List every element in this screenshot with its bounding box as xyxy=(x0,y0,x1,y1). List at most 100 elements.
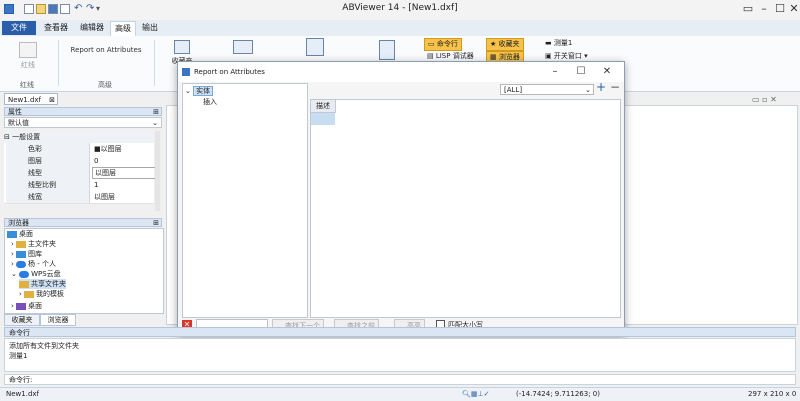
title-bar: ↶ ↷ ▾ ABViewer 14 - [New1.dxf] ▭ – ☐ ✕ xyxy=(0,0,800,21)
star-icon: ★ xyxy=(490,40,499,48)
separator xyxy=(154,40,155,86)
tree-root-label: 实体 xyxy=(193,86,214,96)
property-row[interactable]: 线宽 以图层 xyxy=(4,191,154,204)
folder-icon xyxy=(24,290,35,298)
collapse-icon: ⌄ xyxy=(185,87,191,95)
tree-item[interactable]: › 杨 - 个人 xyxy=(11,259,56,269)
command-line-button[interactable]: ▭ 命令行 xyxy=(424,38,462,51)
tree-item[interactable]: 共享文件夹 xyxy=(19,279,66,289)
favorites-panel-tab[interactable]: 收藏夹 xyxy=(4,314,40,326)
tree-child[interactable]: 插入 xyxy=(203,97,217,107)
attribute-grid: 描述 xyxy=(310,99,621,318)
entity-filter-select[interactable]: [ALL] ⌄ xyxy=(500,84,594,95)
property-key: 线型比例 xyxy=(6,179,90,191)
tab-viewer[interactable]: 查看器 xyxy=(40,21,72,35)
dialog-app-icon xyxy=(182,68,190,76)
command-line-label: 命令行 xyxy=(436,40,458,48)
chevron-down-icon: ⌄ xyxy=(152,119,158,127)
favorites-toggle-label: 收藏夹 xyxy=(498,40,520,48)
mdi-controls-icon[interactable]: ▭ ▫ ✕ xyxy=(752,95,777,104)
grid-tool-button[interactable] xyxy=(300,38,330,58)
tab-editor[interactable]: 编辑器 xyxy=(76,21,108,35)
minimize-button[interactable]: – xyxy=(756,2,772,16)
browser-header-label: 浏览器 xyxy=(8,219,29,227)
properties-scrollbar[interactable] xyxy=(155,131,160,211)
measure-button[interactable]: ▬ 测量1 xyxy=(542,38,575,49)
tree-item[interactable]: › 我的模板 xyxy=(19,289,64,299)
dialog-minimize-button[interactable]: – xyxy=(544,62,566,82)
remove-icon[interactable]: − xyxy=(610,80,620,94)
command-prompt-label: 命令行: xyxy=(9,376,33,384)
tree-item-label: 桌面 xyxy=(19,230,33,238)
grid-column-header[interactable]: 描述 xyxy=(311,100,336,113)
report-attributes-label: Report on Attributes xyxy=(70,46,142,54)
command-input[interactable]: 命令行: xyxy=(4,374,796,385)
tree-item[interactable]: ⌄ WPS云盘 xyxy=(11,269,61,279)
pin-icon[interactable]: ⊞ xyxy=(153,219,159,228)
dialog-title: Report on Attributes xyxy=(194,68,265,76)
tree-item-label: 杨 - 个人 xyxy=(28,260,57,268)
favorites-toggle-button[interactable]: ★ 收藏夹 xyxy=(486,38,524,51)
browser-toggle-label: 浏览器 xyxy=(498,53,520,61)
tab-output[interactable]: 输出 xyxy=(138,21,162,35)
tree-root[interactable]: ⌄ 实体 xyxy=(185,86,214,96)
dialog-title-bar: Report on Attributes – ☐ ✕ xyxy=(178,62,624,82)
folder-icon xyxy=(19,280,29,288)
redline-label: 红线 xyxy=(21,61,35,69)
property-key: 图层 xyxy=(6,155,90,167)
grid-cell-selected[interactable] xyxy=(311,113,335,125)
properties-header-label: 属性 xyxy=(8,108,22,116)
tree-item[interactable]: 桌面 xyxy=(7,229,33,239)
property-value: 0 xyxy=(94,157,99,165)
cloud-icon xyxy=(16,260,27,268)
command-history-line: 测量1 xyxy=(9,352,28,360)
report-attributes-dialog: Report on Attributes – ☐ ✕ ⌄ 实体 插入 [ALL]… xyxy=(177,61,625,336)
tree-item-label: 桌面 xyxy=(28,302,43,310)
properties-header: 属性 ⊞ xyxy=(4,107,162,116)
tree-item[interactable]: › 桌面 xyxy=(11,301,42,311)
browser-panel-tab[interactable]: 浏览器 xyxy=(40,314,76,326)
window-title: ABViewer 14 - [New1.dxf] xyxy=(342,3,458,13)
windows-icon: ▣ xyxy=(545,52,554,60)
redline-group-label: 红线 xyxy=(20,81,34,89)
advanced-group-label: 高级 xyxy=(98,81,112,89)
close-tab-icon[interactable]: ⊠ xyxy=(49,94,55,106)
status-bar: New1.dxf 🔍︎▦⊥✓ (-14.7424; 9.711263; 0) 2… xyxy=(0,387,800,401)
compare-button[interactable] xyxy=(228,40,258,56)
command-line-icon: ▭ xyxy=(428,40,437,48)
close-button[interactable]: ✕ xyxy=(786,2,800,16)
property-value[interactable]: 以图层 xyxy=(92,167,158,179)
properties-filter-value: 默认值 xyxy=(8,119,29,127)
snap-icon[interactable]: 🔍︎▦⊥✓ xyxy=(462,388,489,401)
pin-icon[interactable]: ⊞ xyxy=(153,108,159,117)
lisp-icon: ▤ xyxy=(427,52,436,60)
redline-button[interactable]: 红线 xyxy=(8,42,48,70)
property-key: 线宽 xyxy=(6,191,90,203)
general-settings-section[interactable]: ⊟ 一般设置 xyxy=(4,131,154,143)
tree-child-label: 插入 xyxy=(203,98,217,106)
command-history-line: 添加所有文件到文件夹 xyxy=(9,342,79,350)
document-tab[interactable]: New1.dxf ⊠ xyxy=(4,93,58,105)
tree-item-label: 图库 xyxy=(28,250,43,258)
properties-filter-select[interactable]: 默认值 ⌄ xyxy=(4,117,162,128)
export-button[interactable] xyxy=(372,40,402,62)
separator xyxy=(58,40,59,86)
entity-tree: ⌄ 实体 插入 xyxy=(182,83,308,318)
report-attributes-button[interactable]: Report on Attributes xyxy=(66,46,146,54)
compare-icon xyxy=(233,40,253,54)
property-key: 线型 xyxy=(6,167,90,179)
tree-item[interactable]: › 图库 xyxy=(11,249,42,259)
dialog-close-button[interactable]: ✕ xyxy=(596,62,618,82)
toggle-windows-label: 开关窗口 xyxy=(553,52,582,60)
property-value: ■以图层 xyxy=(94,145,122,153)
add-icon[interactable]: + xyxy=(596,80,606,94)
command-panel-header: 命令行 xyxy=(4,327,796,337)
tab-advanced[interactable]: 高级 xyxy=(110,21,136,36)
tree-item-label: WPS云盘 xyxy=(31,270,61,278)
browser-icon: ▦ xyxy=(490,53,499,61)
tab-file[interactable]: 文件 xyxy=(2,21,36,35)
tree-item[interactable]: › 主文件夹 xyxy=(11,239,56,249)
dialog-maximize-button[interactable]: ☐ xyxy=(570,62,592,82)
measure-label: 测量1 xyxy=(553,39,573,47)
restore-ribbon-icon[interactable]: ▭ xyxy=(740,2,756,16)
